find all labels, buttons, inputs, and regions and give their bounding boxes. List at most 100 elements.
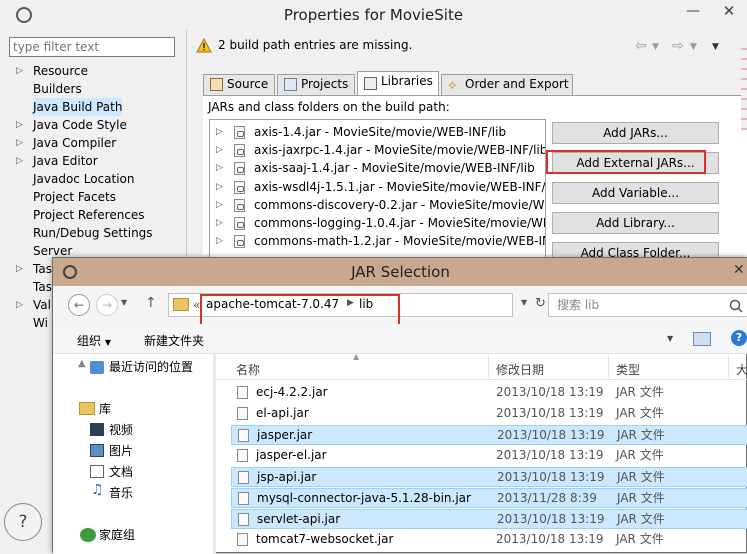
expand-arrow-icon[interactable]: ▷ — [216, 232, 223, 250]
file-row[interactable]: el-api.jar 2013/10/18 13:19 JAR 文件 — [231, 404, 747, 424]
expand-arrow-icon[interactable]: ▷ — [16, 152, 23, 170]
nav-item[interactable]: Wi — [33, 314, 48, 332]
close-button[interactable]: ✕ — [712, 0, 746, 24]
jar-entry[interactable]: ▷ commons-discovery-0.2.jar - MovieSite/m… — [210, 196, 545, 214]
tab-source[interactable]: Source — [203, 74, 275, 95]
column-divider[interactable] — [608, 356, 609, 378]
expand-arrow-icon[interactable]: ▷ — [216, 196, 223, 214]
chevron-down-icon[interactable]: ▼ — [121, 298, 127, 307]
refresh-icon[interactable]: ↻ — [535, 296, 546, 311]
nav-recent-locations[interactable]: 最近访问的位置 — [109, 358, 193, 376]
search-icon[interactable] — [729, 299, 743, 313]
file-row[interactable]: jasper.jar 2013/10/18 13:19 JAR 文件 — [231, 425, 747, 445]
nav-item[interactable]: Project Facets — [33, 188, 116, 206]
close-icon[interactable]: ✕ — [733, 262, 747, 278]
add-jars-button[interactable]: Add JARs... — [552, 122, 719, 144]
file-date: 2013/10/18 13:19 — [496, 406, 604, 420]
help-button[interactable]: ? — [4, 503, 42, 541]
tab-order-and-export[interactable]: ✧ Order and Export — [441, 74, 573, 95]
column-header-name[interactable]: 名称 — [236, 361, 260, 378]
view-options-icon[interactable]: ▼ — [667, 334, 673, 343]
file-row[interactable]: servlet-api.jar 2013/10/18 13:19 JAR 文件 — [231, 509, 747, 529]
file-date: 2013/10/18 13:19 — [497, 428, 605, 442]
column-header-type[interactable]: 类型 — [616, 361, 640, 378]
column-header-date[interactable]: 修改日期 — [496, 361, 544, 378]
expand-arrow-icon[interactable]: ▷ — [16, 260, 23, 278]
forward-button[interactable]: → — [96, 294, 118, 316]
nav-item[interactable]: Java Code Style — [33, 116, 127, 134]
jar-entry-label: commons-math-1.2.jar - MovieSite/movie/W… — [254, 234, 546, 249]
column-divider[interactable] — [728, 356, 729, 378]
back-arrow-icon[interactable]: ⇦ — [635, 38, 647, 54]
file-name: jasper.jar — [257, 428, 313, 442]
nav-item[interactable]: Run/Debug Settings — [33, 224, 153, 242]
jar-entry[interactable]: ▷ axis-saaj-1.4.jar - MovieSite/movie/WEB… — [210, 159, 545, 177]
back-button[interactable]: ← — [68, 294, 90, 316]
filter-input[interactable]: type filter text — [9, 37, 175, 57]
jar-list[interactable]: ▷ axis-1.4.jar - MovieSite/movie/WEB-INF/… — [209, 119, 546, 259]
nav-item[interactable]: Project References — [33, 206, 145, 224]
expand-arrow-icon[interactable]: ▷ — [16, 134, 23, 152]
expand-arrow-icon[interactable]: ▷ — [16, 116, 23, 134]
file-date: 2013/10/18 13:19 — [497, 512, 605, 526]
menu-dropdown-icon[interactable]: ▼ — [712, 42, 719, 52]
help-icon[interactable]: ? — [731, 330, 747, 346]
tab-libraries[interactable]: Libraries — [357, 71, 439, 96]
nav-item[interactable]: Tas — [33, 260, 52, 278]
tab-projects[interactable]: Projects — [277, 74, 355, 95]
jar-icon — [234, 217, 245, 230]
organize-button[interactable]: 组织 ▼ — [77, 332, 111, 349]
file-name: ecj-4.2.2.jar — [256, 385, 328, 399]
forward-arrow-icon[interactable]: ⇨ — [672, 38, 684, 54]
expand-arrow-icon[interactable]: ▷ — [16, 296, 23, 314]
folder-icon — [173, 298, 189, 311]
expand-arrow-icon[interactable]: ▷ — [216, 123, 223, 141]
file-row[interactable]: jasper-el.jar 2013/10/18 13:19 JAR 文件 — [231, 446, 747, 466]
expand-arrow-icon[interactable]: ▷ — [16, 62, 23, 80]
up-arrow-icon[interactable]: ↑ — [145, 295, 157, 311]
nav-item[interactable]: Java Build Path — [33, 98, 123, 116]
scroll-up-icon[interactable]: ▲ — [78, 358, 90, 370]
jar-entry[interactable]: ▷ axis-wsdl4j-1.5.1.jar - MovieSite/movie… — [210, 178, 545, 196]
search-input[interactable]: 搜索 lib — [548, 293, 747, 317]
nav-videos[interactable]: 视频 — [109, 421, 133, 439]
jar-entry[interactable]: ▷ commons-math-1.2.jar - MovieSite/movie/… — [210, 232, 546, 250]
jar-entry[interactable]: ▷ axis-jaxrpc-1.4.jar - MovieSite/movie/W… — [210, 141, 545, 159]
expand-arrow-icon[interactable]: ▷ — [216, 159, 223, 177]
expand-arrow-icon[interactable]: ▷ — [216, 178, 223, 196]
minimize-button[interactable]: — — [676, 0, 710, 24]
add-variable-button[interactable]: Add Variable... — [552, 182, 719, 204]
nav-library[interactable]: 库 — [99, 400, 111, 418]
nav-homegroup[interactable]: 家庭组 — [99, 526, 135, 544]
file-row[interactable]: tomcat7-websocket.jar 2013/10/18 13:19 JAR… — [231, 530, 747, 550]
nav-item[interactable]: Java Editor — [33, 152, 98, 170]
expand-arrow-icon[interactable]: ▷ — [216, 141, 223, 159]
add-library-button[interactable]: Add Library... — [552, 212, 719, 234]
nav-music[interactable]: 音乐 — [109, 484, 133, 502]
nav-item[interactable]: Tas — [33, 278, 52, 296]
new-folder-button[interactable]: 新建文件夹 — [144, 332, 204, 349]
jar-icon — [234, 180, 245, 194]
jar-entry[interactable]: ▷ axis-1.4.jar - MovieSite/movie/WEB-INF/… — [210, 123, 545, 141]
file-name: jasper-el.jar — [256, 448, 327, 462]
nav-pictures[interactable]: 图片 — [109, 442, 133, 460]
chevron-down-icon[interactable]: ▼ — [690, 42, 697, 52]
preview-pane-icon[interactable] — [693, 332, 711, 346]
pane-splitter[interactable] — [213, 354, 216, 554]
nav-item[interactable]: Val — [33, 296, 51, 314]
file-row[interactable]: jsp-api.jar 2013/10/18 13:19 JAR 文件 — [231, 467, 747, 487]
chevron-down-icon[interactable]: ▼ — [652, 42, 659, 52]
file-row[interactable]: ecj-4.2.2.jar 2013/10/18 13:19 JAR 文件 — [231, 383, 747, 403]
nav-item[interactable]: Javadoc Location — [33, 170, 134, 188]
nav-documents[interactable]: 文档 — [109, 463, 133, 481]
dialog-title: JAR Selection — [53, 258, 747, 286]
expand-arrow-icon[interactable]: ▷ — [216, 214, 223, 232]
column-divider[interactable] — [488, 356, 489, 378]
nav-item[interactable]: Java Compiler — [33, 134, 116, 152]
nav-item[interactable]: Resource — [33, 62, 88, 80]
file-row[interactable]: mysql-connector-java-5.1.28-bin.jar 2013/… — [231, 488, 747, 508]
column-header-size[interactable]: 大 — [736, 361, 747, 378]
jar-entry[interactable]: ▷ commons-logging-1.0.4.jar - MovieSite/m… — [210, 214, 545, 232]
nav-item[interactable]: Builders — [33, 80, 82, 98]
chevron-down-icon[interactable]: ▼ — [521, 298, 527, 307]
